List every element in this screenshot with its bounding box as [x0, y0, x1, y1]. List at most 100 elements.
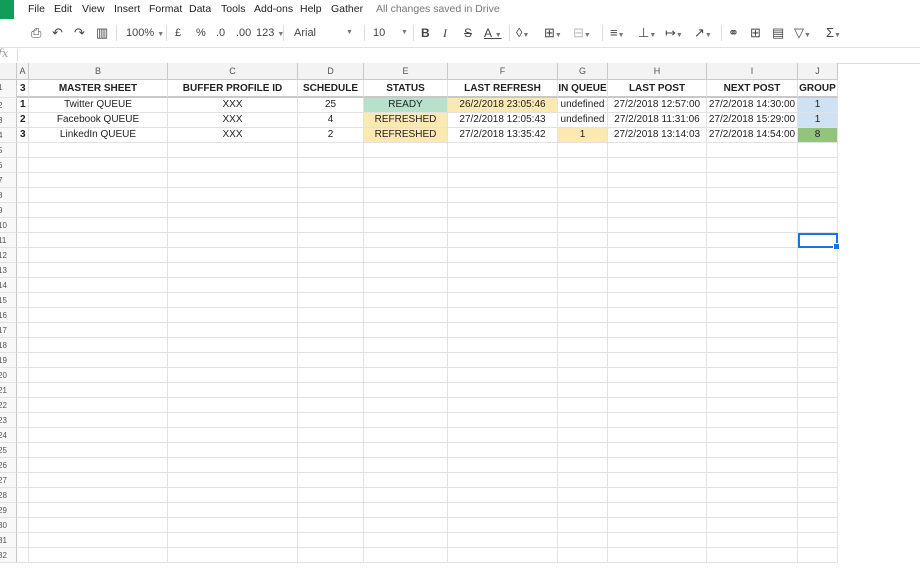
empty-cell[interactable]	[168, 188, 298, 203]
empty-cell[interactable]	[448, 188, 558, 203]
empty-cell[interactable]	[798, 293, 838, 308]
empty-cell[interactable]	[29, 353, 168, 368]
empty-cell[interactable]	[707, 188, 798, 203]
table-cell[interactable]: 27/2/2018 13:14:03	[608, 128, 707, 143]
header-cell[interactable]: LAST REFRESH	[448, 80, 558, 98]
empty-cell[interactable]	[29, 383, 168, 398]
empty-cell[interactable]	[168, 233, 298, 248]
menu-data[interactable]: Data	[189, 3, 211, 15]
empty-cell[interactable]	[364, 203, 448, 218]
empty-cell[interactable]	[608, 188, 707, 203]
empty-cell[interactable]	[798, 248, 838, 263]
empty-cell[interactable]	[448, 143, 558, 158]
empty-cell[interactable]	[608, 488, 707, 503]
decrease-decimals-button[interactable]: .0	[216, 19, 225, 47]
empty-cell[interactable]	[707, 458, 798, 473]
empty-cell[interactable]	[364, 368, 448, 383]
header-cell[interactable]: LAST POST	[608, 80, 707, 98]
table-cell[interactable]: REFRESHED	[364, 128, 448, 143]
empty-cell[interactable]	[608, 353, 707, 368]
empty-cell[interactable]	[798, 533, 838, 548]
row-header[interactable]: 12	[0, 248, 17, 263]
empty-cell[interactable]	[364, 308, 448, 323]
empty-cell[interactable]	[608, 203, 707, 218]
header-cell[interactable]: SCHEDULE	[298, 80, 364, 98]
column-header-h[interactable]: H	[608, 63, 707, 80]
empty-cell[interactable]	[364, 383, 448, 398]
empty-cell[interactable]	[608, 233, 707, 248]
empty-cell[interactable]	[168, 173, 298, 188]
merge-cells-icon[interactable]: ⊟▼	[573, 19, 591, 47]
empty-cell[interactable]	[707, 323, 798, 338]
row-header[interactable]: 24	[0, 428, 17, 443]
empty-cell[interactable]	[448, 308, 558, 323]
row-header[interactable]: 30	[0, 518, 17, 533]
menu-tools[interactable]: Tools	[221, 3, 246, 15]
text-color-button[interactable]: A ▼	[484, 19, 502, 47]
empty-cell[interactable]	[608, 158, 707, 173]
empty-cell[interactable]	[798, 308, 838, 323]
table-cell[interactable]: 1	[17, 98, 29, 113]
empty-cell[interactable]	[558, 323, 608, 338]
empty-cell[interactable]	[29, 323, 168, 338]
empty-cell[interactable]	[798, 143, 838, 158]
empty-cell[interactable]	[707, 143, 798, 158]
empty-cell[interactable]	[168, 218, 298, 233]
empty-cell[interactable]	[29, 443, 168, 458]
empty-cell[interactable]	[17, 443, 29, 458]
empty-cell[interactable]	[17, 383, 29, 398]
table-cell[interactable]: 2	[298, 128, 364, 143]
empty-cell[interactable]	[168, 353, 298, 368]
empty-cell[interactable]	[707, 278, 798, 293]
empty-cell[interactable]	[558, 488, 608, 503]
header-cell[interactable]: NEXT POST	[707, 80, 798, 98]
table-cell[interactable]: 27/2/2018 14:30:00	[707, 98, 798, 113]
empty-cell[interactable]	[168, 248, 298, 263]
table-cell[interactable]: 26/2/2018 23:05:46	[448, 98, 558, 113]
empty-cell[interactable]	[558, 368, 608, 383]
select-all-corner[interactable]	[0, 63, 17, 80]
empty-cell[interactable]	[29, 533, 168, 548]
column-header-i[interactable]: I	[707, 63, 798, 80]
row-header[interactable]: 22	[0, 398, 17, 413]
empty-cell[interactable]	[448, 443, 558, 458]
empty-cell[interactable]	[798, 368, 838, 383]
table-cell[interactable]: 25	[298, 98, 364, 113]
empty-cell[interactable]	[17, 188, 29, 203]
empty-cell[interactable]	[608, 248, 707, 263]
empty-cell[interactable]	[707, 533, 798, 548]
empty-cell[interactable]	[707, 383, 798, 398]
empty-cell[interactable]	[798, 278, 838, 293]
empty-cell[interactable]	[608, 503, 707, 518]
empty-cell[interactable]	[298, 443, 364, 458]
row-header[interactable]: 9	[0, 203, 17, 218]
column-header-j[interactable]: J	[798, 63, 838, 80]
row-header[interactable]: 18	[0, 338, 17, 353]
row-header[interactable]: 11	[0, 233, 17, 248]
empty-cell[interactable]	[707, 233, 798, 248]
empty-cell[interactable]	[707, 488, 798, 503]
row-header[interactable]: 32	[0, 548, 17, 563]
empty-cell[interactable]	[448, 503, 558, 518]
empty-cell[interactable]	[298, 383, 364, 398]
empty-cell[interactable]	[29, 278, 168, 293]
header-cell[interactable]: 3	[17, 80, 29, 98]
empty-cell[interactable]	[448, 533, 558, 548]
row-header[interactable]: 27	[0, 473, 17, 488]
empty-cell[interactable]	[448, 488, 558, 503]
empty-cell[interactable]	[364, 218, 448, 233]
empty-cell[interactable]	[608, 293, 707, 308]
empty-cell[interactable]	[798, 353, 838, 368]
save-status[interactable]: All changes saved in Drive	[376, 3, 500, 15]
empty-cell[interactable]	[558, 308, 608, 323]
empty-cell[interactable]	[168, 383, 298, 398]
empty-cell[interactable]	[558, 548, 608, 563]
empty-cell[interactable]	[608, 428, 707, 443]
empty-cell[interactable]	[17, 338, 29, 353]
empty-cell[interactable]	[608, 443, 707, 458]
row-header[interactable]: 19	[0, 353, 17, 368]
row-header[interactable]: 14	[0, 278, 17, 293]
empty-cell[interactable]	[168, 518, 298, 533]
empty-cell[interactable]	[29, 398, 168, 413]
spreadsheet-grid[interactable]: ABCDEFGHIJ123456789101112131415161718192…	[0, 63, 920, 575]
